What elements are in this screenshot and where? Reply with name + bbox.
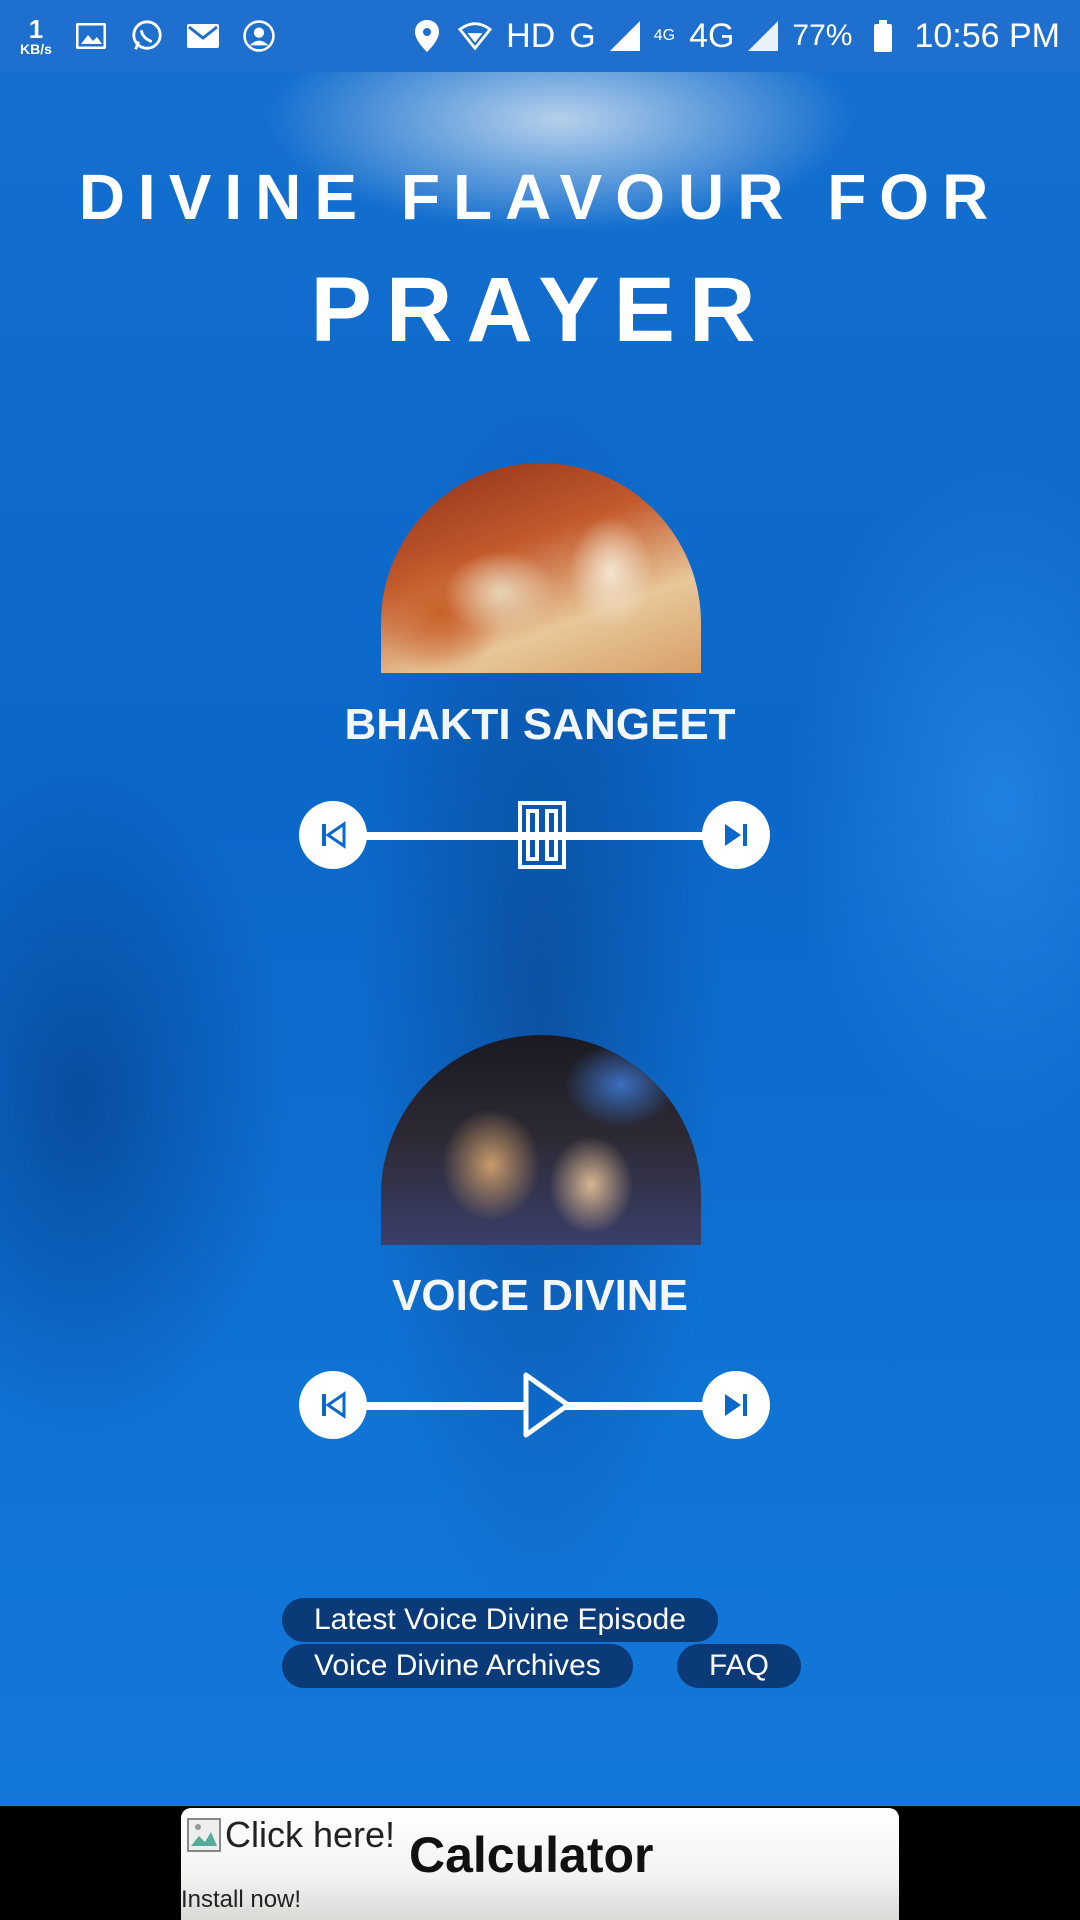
latest-episode-link[interactable]: Latest Voice Divine Episode [282,1598,718,1642]
network-g: G [569,16,596,55]
pause-button[interactable] [517,801,567,869]
network-hd: HD [506,16,556,55]
battery-icon [866,19,900,53]
battery-percent: 77% [792,19,853,52]
network-4g: 4G [689,16,735,55]
archives-link[interactable]: Voice Divine Archives [282,1644,633,1688]
ad-image-alt: Click here! [225,1814,396,1855]
signal-icon-2 [748,21,779,51]
gmail-icon [186,19,220,53]
wifi-icon [458,19,493,53]
voice-divine-artwork [381,1035,701,1245]
title-line-1: DIVINE FLAVOUR FOR [78,161,1002,233]
ad-banner[interactable]: Click here! Calculator Install now! [181,1808,899,1920]
channel-title-bhakti-sangeet: BHAKTI SANGEET [344,700,736,749]
ad-title[interactable]: Calculator [409,1826,654,1884]
location-icon [410,19,444,53]
gallery-icon [74,19,108,53]
play-button[interactable] [522,1371,572,1439]
clock: 10:56 PM [914,16,1060,55]
signal-icon [609,21,640,51]
speed-value: 1 [28,14,44,44]
ad-image[interactable]: Click here! [187,1814,395,1856]
next-button[interactable] [702,801,770,869]
pause-icon [518,801,566,869]
voice-divine-player [297,1371,772,1441]
channel-title-voice-divine: VOICE DIVINE [392,1271,688,1320]
skip-next-icon [725,824,747,846]
whatsapp-icon [130,19,164,53]
skip-previous-icon [322,821,346,849]
next-button[interactable] [702,1371,770,1439]
previous-button[interactable] [299,801,367,869]
skip-previous-icon [322,1391,346,1419]
bhakti-sangeet-artwork [381,463,701,673]
status-bar: 1 KB/s HD G 4G 4G 77% 10:56 PM [0,0,1080,72]
title-line-2: PRAYER [310,259,770,361]
bhakti-sangeet-player [297,801,772,871]
broken-image-icon [187,1818,221,1852]
ad-subtitle[interactable]: Install now! [181,1886,301,1914]
network-4g-small: 4G [653,27,676,44]
network-speed: 1 KB/s [20,16,52,56]
vpn-icon [242,19,276,53]
faq-link[interactable]: FAQ [677,1644,802,1688]
skip-next-icon [725,1394,747,1416]
speed-unit: KB/s [20,41,52,57]
play-icon [523,1372,571,1438]
previous-button[interactable] [299,1371,367,1439]
